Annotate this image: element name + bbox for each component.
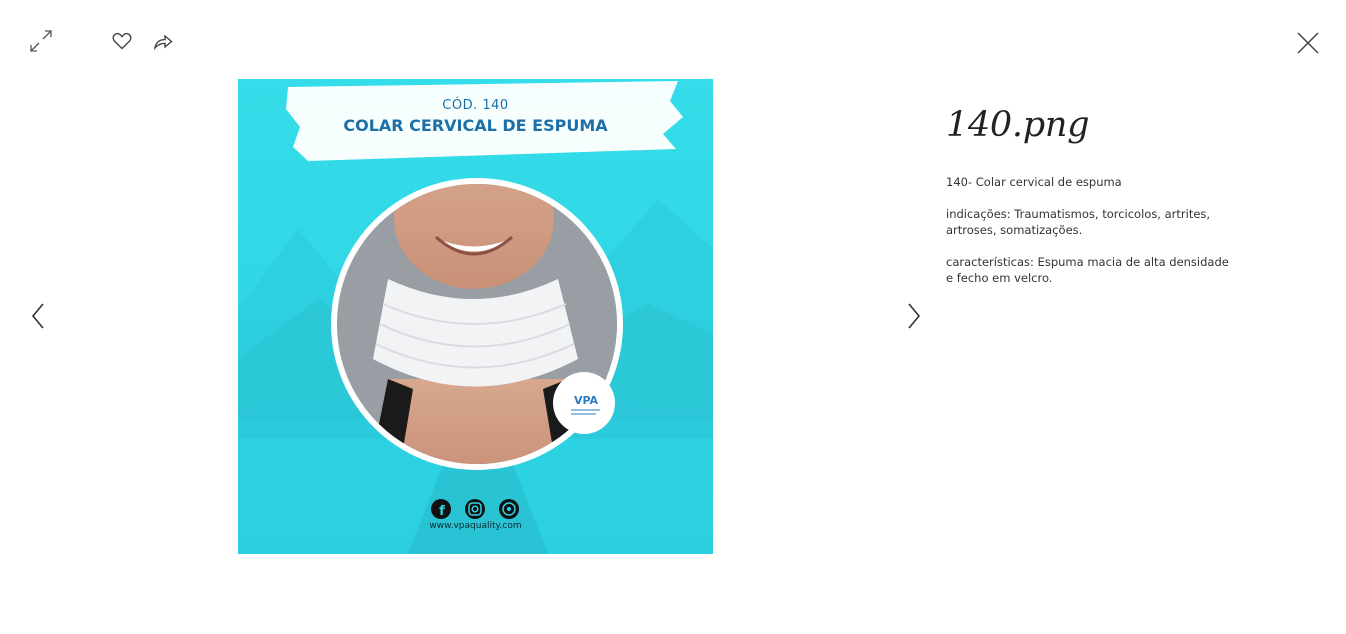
share-icon (154, 34, 173, 50)
product-image-artwork: VPA f (238, 79, 713, 554)
like-button[interactable] (108, 27, 136, 55)
image-title: 140.png (946, 105, 1090, 145)
product-image: VPA f CÓD. 140 COLAR CERVICAL DE ESPUMA … (238, 79, 713, 554)
description-line: características: Espuma macia de alta de… (946, 254, 1229, 285)
website-text: www.vpaquality.com (429, 521, 522, 531)
description-line: 140- Colar cervical de espuma (946, 174, 1122, 189)
heart-icon (112, 32, 132, 50)
expand-icon (30, 30, 52, 52)
svg-text:VPA: VPA (574, 394, 599, 407)
info-panel: 140.png 140- Colar cervical de espuma in… (946, 106, 1236, 286)
instagram-icon (465, 499, 485, 519)
whatsapp-icon (499, 499, 519, 519)
close-button[interactable] (1292, 27, 1324, 59)
facebook-icon: f (431, 499, 451, 519)
svg-text:f: f (439, 504, 445, 519)
next-button[interactable] (900, 298, 928, 334)
share-button[interactable] (149, 27, 177, 55)
description-line: indicações: Traumatismos, torcicolos, ar… (946, 206, 1211, 237)
chevron-left-icon (31, 303, 44, 329)
chevron-right-icon (908, 303, 921, 329)
product-title: COLAR CERVICAL DE ESPUMA (343, 116, 608, 135)
close-icon (1297, 32, 1319, 54)
expand-button[interactable] (26, 26, 56, 56)
product-code: CÓD. 140 (442, 98, 509, 113)
previous-button[interactable] (24, 298, 52, 334)
vpa-logo: VPA (553, 372, 615, 434)
